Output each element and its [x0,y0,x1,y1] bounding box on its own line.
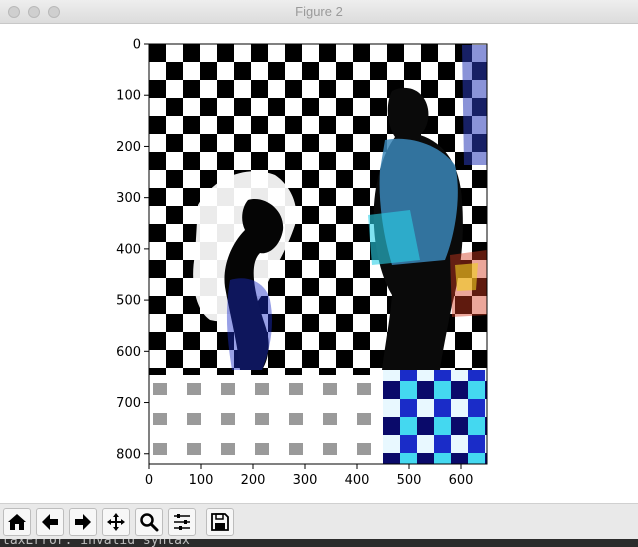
save-button[interactable] [206,508,234,536]
plot-svg: 0 100 200 300 400 500 600 700 800 0 100 200 300 400 5… [116,38,488,488]
figure-canvas[interactable]: 0 100 200 300 400 500 600 700 800 0 100 200 300 400 5… [0,25,638,503]
y-tick-label: 200 [116,140,141,155]
y-tick-label: 0 [133,38,141,53]
y-tick-label: 700 [116,396,141,411]
figure-window: Figure 2 0 100 200 300 400 500 600 700 8… [0,0,638,547]
y-tick-label: 100 [116,89,141,104]
window-title: Figure 2 [295,4,343,19]
x-tick-label: 500 [397,473,422,488]
terminal-strip: taxError: invalid syntax [0,539,638,547]
y-tick-label: 800 [116,447,141,462]
zoom-icon [140,513,159,532]
x-tick-label: 300 [293,473,318,488]
forward-button[interactable] [69,508,97,536]
blue-checker-region [383,370,487,464]
y-tick-label: 300 [116,191,141,206]
terminal-text: taxError: invalid syntax [2,539,190,547]
yellow-accent [455,263,478,291]
blue-figure-left [226,278,273,370]
dotted-region [149,375,383,464]
y-tick-label: 500 [116,294,141,309]
blue-edge-right [462,45,487,165]
x-tick-label: 0 [145,473,153,488]
figure-toolbar [0,503,638,539]
image-plot [149,44,487,464]
back-button[interactable] [36,508,64,536]
pan-button[interactable] [102,508,130,536]
x-tick-label: 200 [241,473,266,488]
x-tick-label: 600 [449,473,474,488]
x-tick-label: 400 [345,473,370,488]
x-tick-label: 100 [189,473,214,488]
arrow-right-icon [75,514,91,530]
arrow-left-icon [42,514,58,530]
title-bar[interactable]: Figure 2 [0,0,638,24]
zoom-button[interactable] [135,508,163,536]
home-button[interactable] [3,508,31,536]
move-icon [107,513,125,531]
y-axis: 0 100 200 300 400 500 600 700 800 [116,38,149,462]
x-axis: 0 100 200 300 400 500 600 [145,464,474,488]
y-tick-label: 600 [116,345,141,360]
sliders-icon [174,514,190,530]
y-tick-label: 400 [116,242,141,257]
save-icon [211,513,229,531]
configure-subplots-button[interactable] [168,508,196,536]
home-icon [8,514,26,530]
